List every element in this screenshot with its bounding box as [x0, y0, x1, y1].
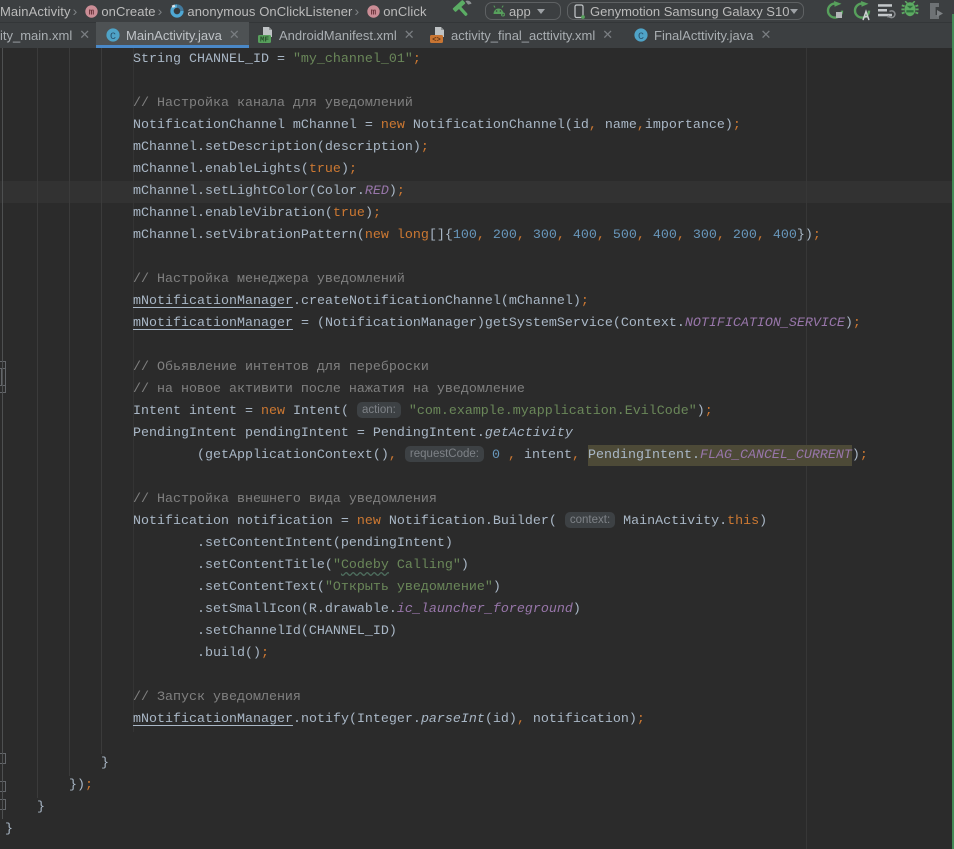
svg-text:C: C: [638, 32, 644, 42]
svg-text:<>: <>: [432, 36, 440, 43]
svg-text:MF: MF: [260, 37, 270, 43]
svg-text:C: C: [110, 32, 116, 42]
